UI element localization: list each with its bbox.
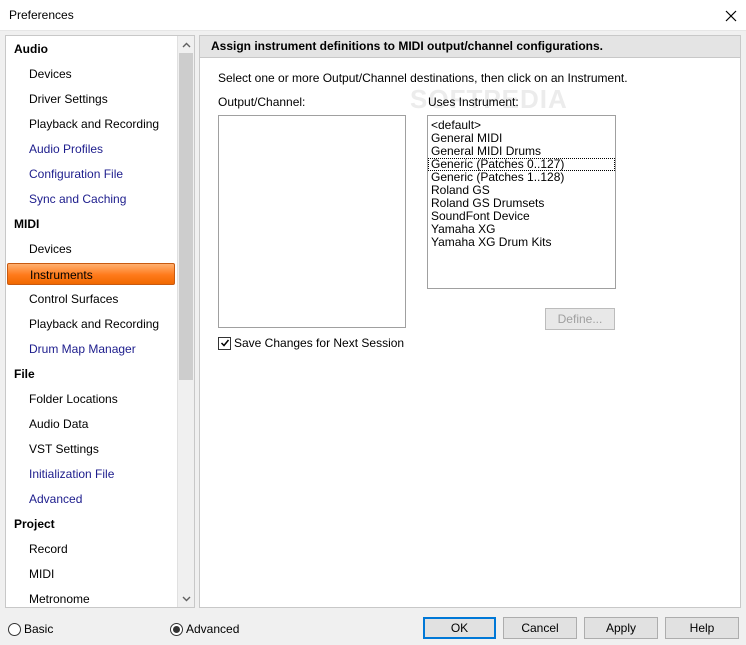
sidebar-item-vst-settings[interactable]: VST Settings — [7, 438, 175, 460]
nav-section-file[interactable]: File — [7, 363, 175, 385]
instruction-text: Select one or more Output/Channel destin… — [218, 71, 628, 85]
category-nav: Audio Devices Driver Settings Playback and … — [5, 35, 195, 608]
close-icon[interactable] — [716, 0, 746, 31]
sidebar-item-instruments[interactable]: Instruments — [7, 263, 175, 285]
sidebar-item-playback-and-recording[interactable]: Playback and Recording — [7, 313, 175, 335]
window-title: Preferences — [9, 8, 74, 22]
radio-circle[interactable] — [170, 622, 183, 636]
scroll-up-icon[interactable] — [178, 36, 194, 53]
sidebar-item-devices[interactable]: Devices — [7, 238, 175, 260]
sidebar-item-midi[interactable]: MIDI — [7, 563, 175, 585]
sidebar-item-driver-settings[interactable]: Driver Settings — [7, 88, 175, 110]
panel-header: Assign instrument definitions to MIDI ou… — [200, 36, 740, 58]
nav-scrollbar[interactable] — [177, 36, 194, 607]
cancel-button[interactable]: Cancel — [503, 617, 577, 639]
save-changes-label: Save Changes for Next Session — [234, 336, 405, 350]
sidebar-item-configuration-file[interactable]: Configuration File — [7, 163, 175, 185]
radio-dot — [173, 625, 180, 633]
basic-radio[interactable]: Basic — [8, 622, 53, 636]
sidebar-item-folder-locations[interactable]: Folder Locations — [7, 388, 175, 410]
sidebar-item-initialization-file[interactable]: Initialization File — [7, 463, 175, 485]
sidebar-item-sync-and-caching[interactable]: Sync and Caching — [7, 188, 175, 210]
nav-section-midi[interactable]: MIDI — [7, 213, 175, 235]
scrollbar-thumb[interactable] — [179, 53, 193, 380]
output-channel-label: Output/Channel: — [218, 95, 306, 109]
output-channel-list[interactable] — [218, 115, 406, 328]
sidebar-item-metronome[interactable]: Metronome — [7, 588, 175, 607]
advanced-label: Advanced — [186, 622, 240, 636]
basic-label: Basic — [24, 622, 54, 636]
instruments-panel: Assign instrument definitions to MIDI ou… — [199, 35, 741, 608]
nav-section-audio[interactable]: Audio — [7, 38, 175, 60]
sidebar-item-audio-profiles[interactable]: Audio Profiles — [7, 138, 175, 160]
sidebar-item-drum-map-manager[interactable]: Drum Map Manager — [7, 338, 175, 360]
sidebar-item-audio-data[interactable]: Audio Data — [7, 413, 175, 435]
sidebar-item-devices[interactable]: Devices — [7, 63, 175, 85]
sidebar-item-advanced[interactable]: Advanced — [7, 488, 175, 510]
instrument-list[interactable]: <default> General MIDI General MIDI Drums G… — [427, 115, 616, 289]
nav-section-project[interactable]: Project — [7, 513, 175, 535]
checkbox-box[interactable] — [218, 336, 231, 350]
sidebar-item-playback-and-recording[interactable]: Playback and Recording — [7, 113, 175, 135]
uses-instrument-label: Uses Instrument: — [428, 95, 519, 109]
dialog-footer: Basic Advanced OK Cancel Apply Help — [0, 608, 746, 645]
sidebar-item-record[interactable]: Record — [7, 538, 175, 560]
apply-button[interactable]: Apply — [584, 617, 658, 639]
define-button[interactable]: Define... — [545, 308, 615, 330]
advanced-radio[interactable]: Advanced — [170, 622, 239, 636]
instrument-list-item[interactable]: Yamaha XG Drum Kits — [428, 236, 615, 249]
help-button[interactable]: Help — [665, 617, 739, 639]
save-changes-checkbox[interactable]: Save Changes for Next Session — [218, 336, 404, 350]
sidebar-item-control-surfaces[interactable]: Control Surfaces — [7, 288, 175, 310]
title-bar: Preferences — [0, 0, 746, 31]
radio-circle[interactable] — [8, 622, 21, 636]
scroll-down-icon[interactable] — [178, 590, 194, 607]
ok-button[interactable]: OK — [423, 617, 496, 639]
